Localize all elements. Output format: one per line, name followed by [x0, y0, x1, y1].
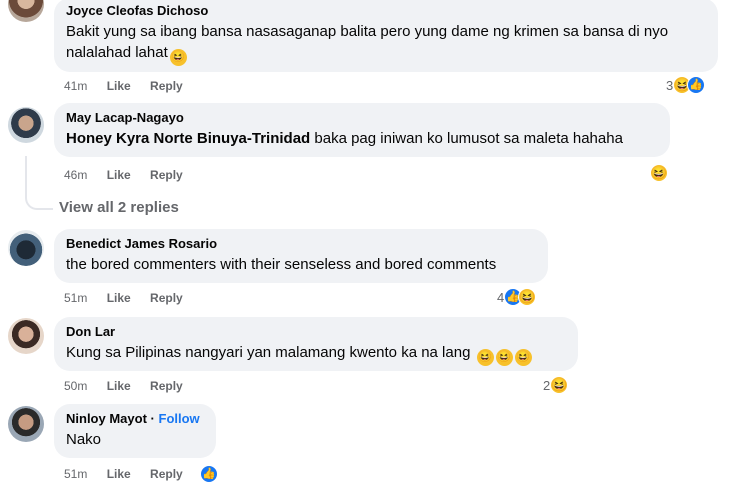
reaction-count: 2 — [543, 377, 551, 393]
haha-emoji-icon: 😆 — [514, 349, 532, 366]
haha-emoji-icon: 😆 — [169, 49, 187, 66]
avatar[interactable] — [8, 318, 44, 354]
comment-bubble: Benedict James Rosario the bored comment… — [54, 229, 548, 283]
follow-button[interactable]: Follow — [159, 411, 200, 426]
comment-actions: 41m Like Reply — [64, 79, 199, 93]
like-button[interactable]: Like — [107, 168, 131, 182]
reaction-summary[interactable]: 😆 — [650, 164, 668, 182]
comment-text: the bored commenters with their senseles… — [66, 256, 497, 273]
separator: · — [150, 411, 155, 426]
like-button[interactable]: Like — [107, 379, 131, 393]
reply-button[interactable]: Reply — [150, 291, 183, 305]
haha-icon: 😆 — [518, 288, 537, 306]
avatar[interactable] — [8, 406, 44, 442]
comment-bubble: May Lacap-Nagayo Honey Kyra Norte Binuya… — [54, 103, 670, 157]
haha-emoji-icon: 😆 — [495, 349, 513, 366]
comment-author[interactable]: Benedict James Rosario — [66, 235, 536, 252]
reply-button[interactable]: Reply — [150, 168, 183, 182]
like-icon: 👍 — [200, 465, 218, 483]
comment-text: Honey Kyra Norte Binuya-Trinidad baka pa… — [66, 130, 623, 147]
comment-timestamp[interactable]: 51m — [64, 467, 87, 481]
comment-actions: 51m Like Reply — [64, 291, 199, 305]
reaction-summary[interactable]: 👍 — [200, 465, 218, 483]
like-button[interactable]: Like — [107, 467, 131, 481]
comment-timestamp[interactable]: 41m — [64, 79, 87, 93]
avatar[interactable] — [8, 0, 44, 22]
comment-timestamp[interactable]: 46m — [64, 168, 87, 182]
reply-button[interactable]: Reply — [150, 467, 183, 481]
like-button[interactable]: Like — [107, 79, 131, 93]
reaction-count: 3 — [666, 77, 674, 93]
reaction-count: 4 — [497, 289, 505, 305]
reaction-summary[interactable]: 3 😆 👍 — [666, 76, 706, 94]
comment-actions: 46m Like Reply — [64, 168, 199, 182]
comment-bubble: Ninloy Mayot · Follow Nako — [54, 404, 216, 458]
haha-icon: 😆 — [650, 164, 668, 182]
reply-button[interactable]: Reply — [150, 79, 183, 93]
like-icon: 👍 — [687, 76, 706, 94]
comment-author[interactable]: Don Lar — [66, 323, 566, 340]
comment-text: Bakit yung sa ibang bansa nasasaganap ba… — [66, 21, 706, 66]
comment-bubble: Don Lar Kung sa Pilipinas nangyari yan m… — [54, 317, 578, 371]
reply-button[interactable]: Reply — [150, 379, 183, 393]
avatar[interactable] — [8, 107, 44, 143]
comment-actions: 51m Like Reply — [64, 467, 199, 481]
thread-line — [25, 156, 53, 210]
comment-actions: 50m Like Reply — [64, 379, 199, 393]
mention-link[interactable]: Honey Kyra Norte Binuya-Trinidad — [66, 130, 310, 147]
comment-timestamp[interactable]: 51m — [64, 291, 87, 305]
view-replies-link[interactable]: View all 2 replies — [59, 199, 179, 216]
like-button[interactable]: Like — [107, 291, 131, 305]
comment-author[interactable]: Joyce Cleofas Dichoso — [66, 2, 706, 19]
reaction-summary[interactable]: 4 👍 😆 — [497, 288, 537, 306]
comment-text: Kung sa Pilipinas nangyari yan malamang … — [66, 342, 566, 366]
haha-icon: 😆 — [550, 376, 569, 394]
comment-timestamp[interactable]: 50m — [64, 379, 87, 393]
comment-author-line: Ninloy Mayot · Follow — [66, 410, 204, 427]
avatar[interactable] — [8, 230, 44, 266]
haha-emoji-icon: 😆 — [476, 349, 494, 366]
comment-author[interactable]: Ninloy Mayot — [66, 411, 147, 426]
comment-text: Nako — [66, 431, 102, 448]
reaction-summary[interactable]: 2 😆 — [543, 376, 569, 394]
comment-author[interactable]: May Lacap-Nagayo — [66, 109, 658, 126]
comment-bubble: Joyce Cleofas Dichoso Bakit yung sa iban… — [54, 0, 718, 72]
